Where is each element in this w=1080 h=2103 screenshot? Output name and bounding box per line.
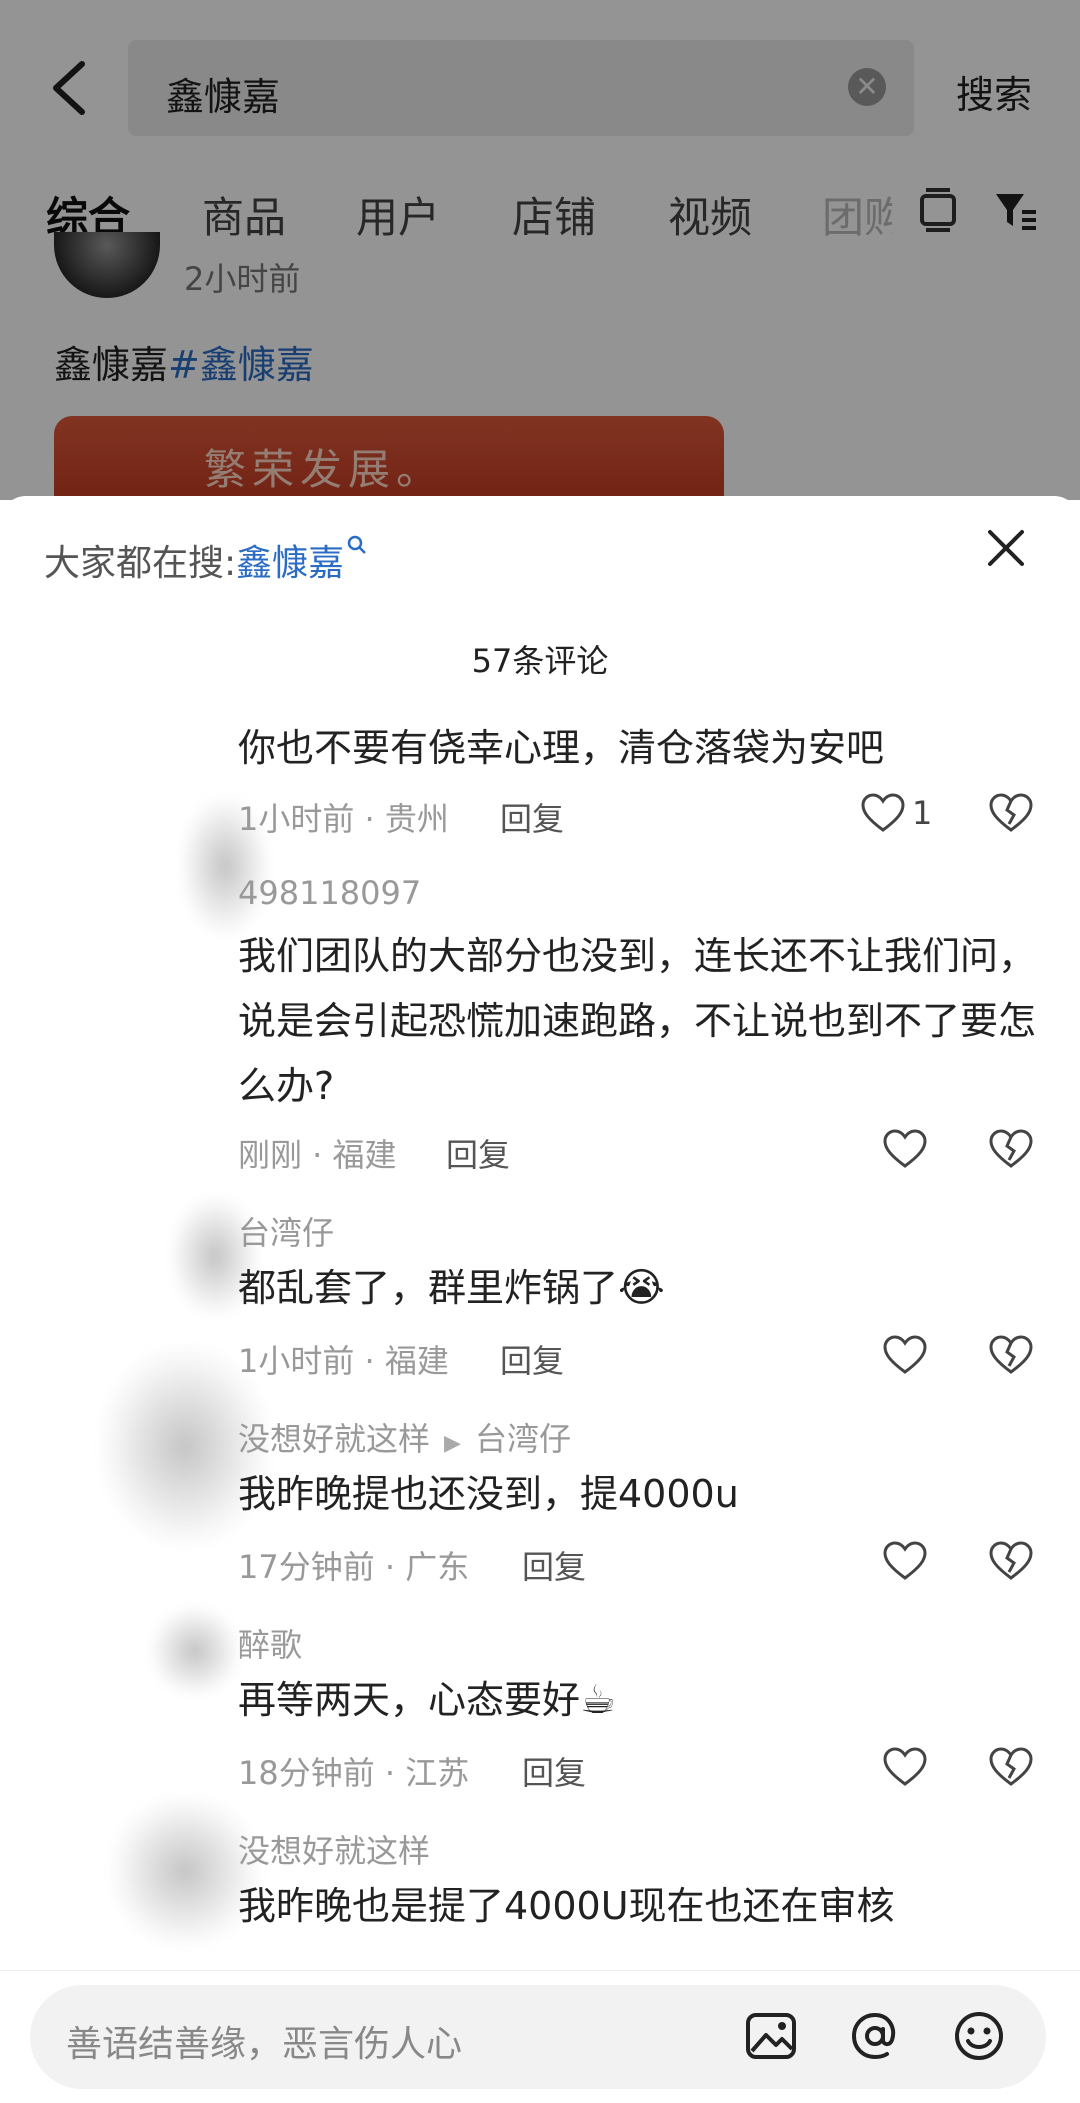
heart-icon[interactable]: [882, 1128, 928, 1170]
comment-input-bar: 善语结善缘，恶言伤人心: [0, 1970, 1080, 2103]
comment-meta: 刚刚 · 福建: [238, 1136, 397, 1174]
comment-meta: 1小时前 · 福建: [238, 1342, 449, 1380]
comment-meta: 17分钟前 · 广东: [238, 1548, 470, 1586]
search-icon: [347, 535, 367, 554]
comment-text: 你也不要有侥幸心理，清仓落袋为安吧: [238, 726, 885, 770]
comment-text: 再等两天，心态要好☕: [238, 1668, 1038, 1733]
comment-text: 我们团队的大部分也没到，连长还不让我们问，说是会引起恐慌加速跑路，不让说也到不了…: [238, 934, 1037, 1108]
blurred-avatar: [150, 1606, 240, 1696]
reply-arrow-icon: ▶: [444, 1431, 461, 1456]
trending-keyword[interactable]: 鑫慷嘉: [236, 543, 344, 584]
comment-username[interactable]: 498118097: [238, 874, 421, 912]
heart-icon[interactable]: [882, 1746, 928, 1788]
image-icon[interactable]: [744, 2009, 798, 2063]
comment-text-body: 都乱套了，群里炸锅了: [238, 1266, 619, 1310]
comment-meta: 1小时前 · 贵州: [238, 800, 449, 838]
emoji-icon[interactable]: [952, 2009, 1006, 2063]
comment-username[interactable]: 没想好就这样: [238, 1826, 430, 1872]
at-icon[interactable]: [848, 2009, 902, 2063]
comment-input[interactable]: 善语结善缘，恶言伤人心: [30, 1985, 1046, 2089]
trending-label: 大家都在搜:: [44, 543, 237, 584]
comment-meta: 18分钟前 · 江苏: [238, 1754, 470, 1792]
reply-button[interactable]: 回复: [446, 1130, 510, 1176]
comment-count: 57条评论: [471, 642, 609, 680]
comment-text: 都乱套了，群里炸锅了😭: [238, 1256, 1038, 1321]
comment-text: 我昨晚提也还没到，提4000u: [238, 1472, 739, 1516]
close-icon[interactable]: [984, 526, 1028, 570]
reply-button[interactable]: 回复: [500, 1336, 564, 1382]
coffee-emoji: ☕: [580, 1677, 616, 1723]
comment-username-from[interactable]: 没想好就这样: [238, 1420, 430, 1458]
comment-sheet: 大家都在搜:鑫慷嘉 57条评论 你也不要有侥幸心理，清仓落袋为安吧 1小时前 ·…: [0, 496, 1080, 2103]
crying-emoji: 😭: [618, 1265, 665, 1311]
comment-text: 我昨晚也是提了4000U现在也还在审核: [238, 1884, 895, 1928]
trending-search[interactable]: 大家都在搜:鑫慷嘉: [44, 534, 368, 586]
like-count: 1: [912, 794, 933, 832]
heart-icon[interactable]: [882, 1334, 928, 1376]
broken-heart-icon[interactable]: [988, 1334, 1034, 1376]
broken-heart-icon[interactable]: [988, 1746, 1034, 1788]
reply-button[interactable]: 回复: [500, 794, 564, 840]
broken-heart-icon[interactable]: [988, 1128, 1034, 1170]
broken-heart-icon[interactable]: [988, 792, 1034, 834]
dim-overlay[interactable]: [0, 0, 1080, 500]
heart-icon[interactable]: [860, 792, 906, 834]
comment-username[interactable]: 台湾仔: [238, 1208, 334, 1254]
comment-username-to[interactable]: 台湾仔: [475, 1420, 571, 1458]
comment-username[interactable]: 醉歌: [238, 1620, 302, 1666]
comment-text-body: 再等两天，心态要好: [238, 1678, 581, 1722]
comment-username: 没想好就这样 ▶ 台湾仔: [238, 1414, 571, 1460]
heart-icon[interactable]: [882, 1540, 928, 1582]
reply-button[interactable]: 回复: [522, 1542, 586, 1588]
reply-button[interactable]: 回复: [522, 1748, 586, 1794]
broken-heart-icon[interactable]: [988, 1540, 1034, 1582]
comment-input-placeholder: 善语结善缘，恶言伤人心: [66, 2024, 463, 2065]
